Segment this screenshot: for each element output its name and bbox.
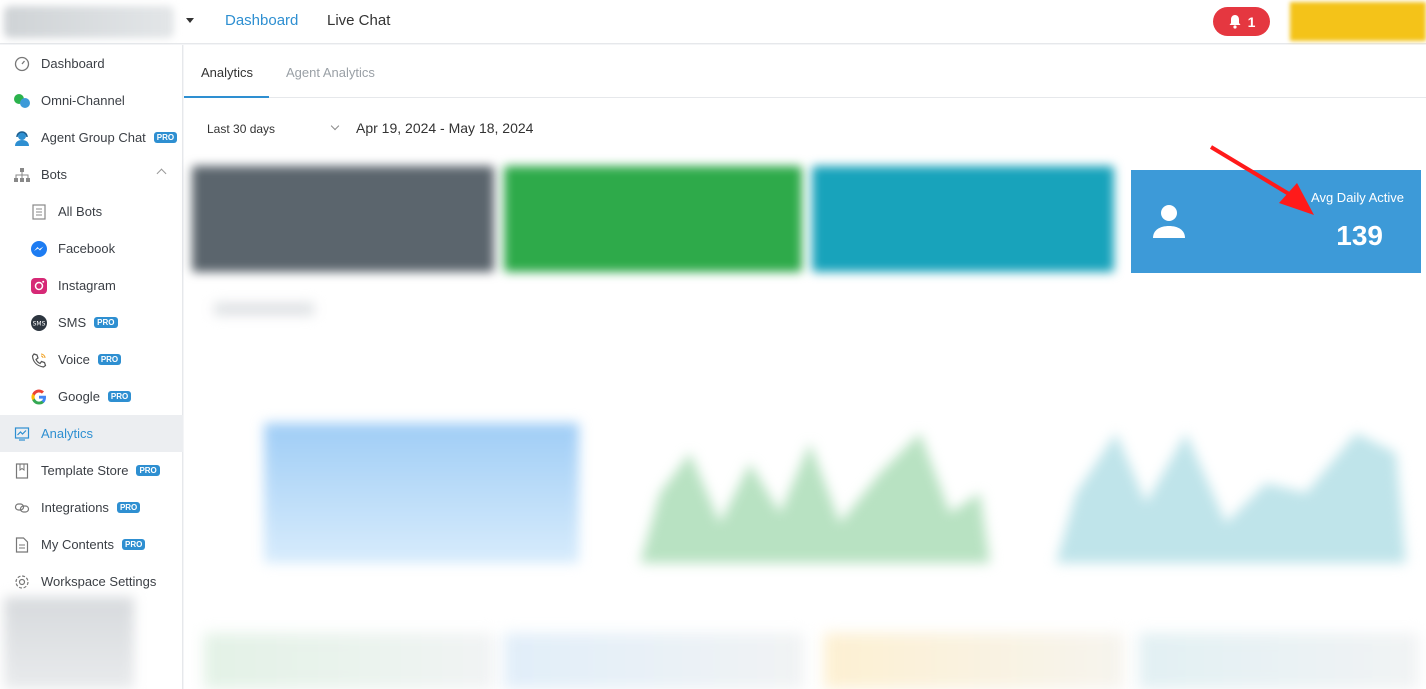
pro-badge: PRO	[136, 465, 160, 476]
bottom-card-blurred	[824, 633, 1124, 689]
bottom-card-blurred	[204, 633, 494, 689]
tab-agent-analytics[interactable]: Agent Analytics	[286, 65, 375, 80]
sidebar-item-all-bots[interactable]: All Bots	[0, 193, 183, 230]
sidebar-item-label: Analytics	[41, 426, 94, 441]
chevron-down-icon[interactable]	[330, 121, 340, 131]
top-bar: Dashboard Live Chat 1	[0, 0, 1426, 44]
pro-badge: PRO	[97, 354, 122, 365]
sidebar-item-label: Integrations	[41, 500, 109, 515]
sidebar: Dashboard Omni-Channel Agent Group Chat …	[0, 45, 183, 689]
sidebar-item-label: Voice	[58, 352, 90, 367]
kpi-value: 139	[1336, 220, 1383, 251]
sidebar-item-label: Workspace Settings	[41, 574, 157, 589]
sidebar-item-label: My Contents	[41, 537, 114, 552]
svg-text:SMS: SMS	[33, 320, 46, 327]
sidebar-item-google[interactable]: Google PRO	[0, 378, 183, 415]
nav-dashboard[interactable]: Dashboard	[225, 12, 298, 29]
sidebar-item-label: Facebook	[58, 241, 116, 256]
chart-panel-blurred	[1036, 293, 1421, 613]
notification-count: 1	[1247, 13, 1256, 30]
workspace-switcher[interactable]	[4, 6, 174, 38]
pro-badge: PRO	[153, 132, 178, 143]
google-icon	[30, 388, 48, 406]
sidebar-item-workspace-settings[interactable]: Workspace Settings	[0, 563, 183, 600]
sidebar-item-analytics[interactable]: Analytics	[0, 415, 183, 452]
sidebar-item-label: Google	[58, 389, 100, 404]
link-icon	[13, 499, 31, 517]
bottom-card-blurred	[504, 633, 804, 689]
sidebar-item-integrations[interactable]: Integrations PRO	[0, 489, 183, 526]
sidebar-item-my-contents[interactable]: My Contents PRO	[0, 526, 183, 563]
tab-bar: Analytics Agent Analytics	[184, 45, 1426, 98]
main-content: Analytics Agent Analytics Last 30 days A…	[184, 45, 1426, 689]
sidebar-item-facebook[interactable]: Facebook	[0, 230, 183, 267]
gear-icon	[13, 573, 31, 591]
sidebar-item-omni-channel[interactable]: Omni-Channel	[0, 82, 183, 119]
kpi-label: Avg Daily Active	[1311, 190, 1404, 205]
pro-badge: PRO	[94, 317, 118, 328]
sidebar-item-instagram[interactable]: Instagram	[0, 267, 183, 304]
sidebar-item-bots[interactable]: Bots	[0, 156, 183, 193]
chart-panel-blurred	[620, 293, 1015, 613]
document-list-icon	[30, 203, 48, 221]
pro-badge: PRO	[107, 391, 132, 402]
sidebar-item-label: Omni-Channel	[41, 93, 125, 108]
date-range-select[interactable]: Last 30 days	[207, 122, 275, 136]
chart-panel-blurred	[204, 293, 599, 613]
bell-icon	[1229, 15, 1241, 29]
sidebar-item-label: Instagram	[58, 278, 116, 293]
sidebar-item-sms[interactable]: SMS SMS PRO	[0, 304, 183, 341]
annotation-arrow	[1209, 145, 1314, 215]
user-icon	[1151, 202, 1187, 245]
sidebar-item-template-store[interactable]: Template Store PRO	[0, 452, 183, 489]
sidebar-item-label: SMS	[58, 315, 87, 330]
pro-badge: PRO	[116, 502, 141, 513]
gauge-icon	[13, 55, 31, 73]
org-chart-icon	[13, 166, 31, 184]
instagram-icon	[30, 277, 48, 295]
headset-agent-icon	[13, 129, 31, 147]
kpi-card-blurred	[504, 166, 802, 272]
sidebar-item-label: Bots	[41, 167, 68, 182]
analytics-icon	[13, 425, 31, 443]
sidebar-item-label: Template Store	[41, 463, 129, 478]
phone-icon	[30, 351, 48, 369]
sidebar-item-agent-group-chat[interactable]: Agent Group Chat PRO	[0, 119, 183, 156]
caret-down-icon[interactable]	[186, 18, 194, 23]
chat-bubbles-icon	[13, 92, 31, 110]
pro-badge: PRO	[121, 539, 146, 550]
sidebar-item-label: Agent Group Chat	[41, 130, 146, 145]
sms-icon: SMS	[30, 314, 48, 332]
bookmark-icon	[13, 462, 31, 480]
date-range-label: Apr 19, 2024 - May 18, 2024	[356, 120, 534, 136]
nav-live-chat[interactable]: Live Chat	[327, 12, 390, 29]
user-menu[interactable]	[1290, 2, 1426, 41]
chevron-up-icon[interactable]	[156, 168, 167, 179]
sidebar-item-dashboard[interactable]: Dashboard	[0, 45, 183, 82]
notification-button[interactable]: 1	[1213, 7, 1270, 36]
sidebar-item-voice[interactable]: Voice PRO	[0, 341, 183, 378]
tab-analytics[interactable]: Analytics	[201, 65, 253, 80]
messenger-icon	[30, 240, 48, 258]
file-icon	[13, 536, 31, 554]
sidebar-footer	[4, 597, 134, 689]
kpi-card-blurred	[192, 166, 494, 272]
kpi-card-blurred	[812, 166, 1114, 272]
bottom-card-blurred	[1139, 633, 1419, 689]
sidebar-item-label: All Bots	[58, 204, 103, 219]
sidebar-item-label: Dashboard	[41, 56, 105, 71]
